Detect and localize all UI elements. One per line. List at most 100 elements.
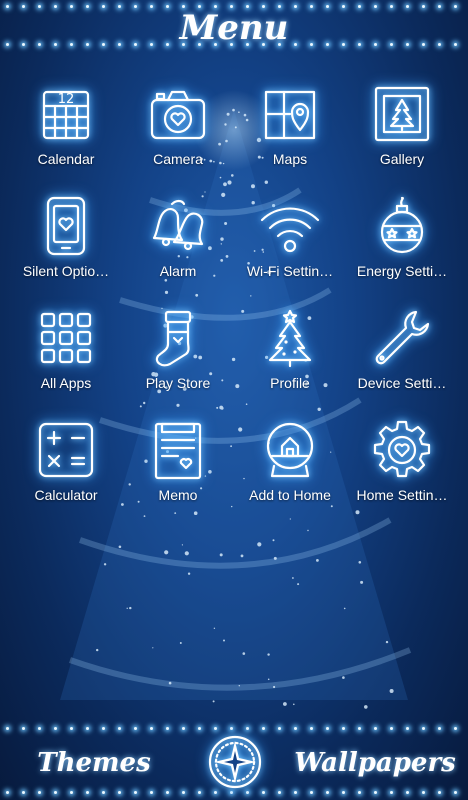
sparkle (118, 545, 122, 549)
app-label: Camera (153, 151, 203, 167)
light-dot (246, 727, 249, 730)
app-label: Maps (272, 151, 308, 167)
light-dot (198, 727, 201, 730)
sparkle (283, 702, 287, 706)
camera-icon (150, 90, 206, 140)
light-dot (182, 791, 185, 794)
light-dot (374, 791, 377, 794)
sparkle (273, 685, 276, 689)
sparkle (293, 703, 295, 706)
light-dot (358, 727, 361, 730)
light-dot (438, 727, 441, 730)
sparkle (164, 550, 169, 555)
light-dot (422, 727, 425, 730)
app-maps[interactable]: Maps (234, 80, 346, 192)
light-dot (54, 791, 57, 794)
light-dot (22, 727, 25, 730)
gear-heart-icon (373, 420, 431, 478)
app-label: Add to Home (249, 487, 331, 503)
light-dot (294, 727, 297, 730)
gallery-icon (374, 86, 430, 142)
sparkle (307, 529, 309, 532)
app-label: Play Store (145, 375, 211, 391)
sparkle (213, 627, 216, 629)
wifi-icon (260, 207, 320, 253)
light-dot (38, 791, 41, 794)
app-label: Energy Setti… (356, 263, 448, 279)
light-dot (246, 791, 249, 794)
app-calendar[interactable]: 12 Calendar (10, 80, 122, 192)
app-label: Device Setti… (357, 375, 447, 391)
light-dot (118, 727, 121, 730)
app-grid: 12 Calendar Camera Maps Gallery Silent O… (10, 80, 458, 528)
light-dot (86, 727, 89, 730)
sparkle (385, 640, 389, 644)
light-dot (150, 727, 153, 730)
light-dot (390, 791, 393, 794)
light-dot (310, 791, 313, 794)
sparkle (223, 639, 225, 642)
app-label: Home Settin… (356, 487, 448, 503)
compass-star-icon[interactable] (206, 733, 264, 791)
light-dot (166, 791, 169, 794)
sparkle (238, 685, 240, 687)
light-dot (422, 791, 425, 794)
map-icon (264, 90, 316, 140)
app-camera[interactable]: Camera (122, 80, 234, 192)
light-dot (214, 791, 217, 794)
app-home-settings[interactable]: Home Settin… (346, 416, 458, 528)
sparkle (152, 647, 154, 649)
app-all-apps[interactable]: All Apps (10, 304, 122, 416)
sparkle (267, 678, 270, 681)
app-calculator[interactable]: Calculator (10, 416, 122, 528)
sparkle (360, 580, 364, 584)
light-dot (278, 727, 281, 730)
light-dot (230, 791, 233, 794)
sparkle (272, 539, 275, 542)
app-add-to-home[interactable]: Add to Home (234, 416, 346, 528)
app-play-store[interactable]: Play Store (122, 304, 234, 416)
sparkle (316, 559, 319, 562)
light-dot (374, 727, 377, 730)
page-title: Menu (179, 8, 289, 48)
wallpapers-button[interactable]: Wallpapers (290, 738, 460, 788)
app-wifi-settings[interactable]: Wi-Fi Settin… (234, 192, 346, 304)
themes-button[interactable]: Themes (14, 738, 174, 788)
light-dot (214, 727, 217, 730)
light-dot (342, 791, 345, 794)
light-dot (134, 727, 137, 730)
tree-icon (268, 309, 312, 368)
app-silent-options[interactable]: Silent Optio… (10, 192, 122, 304)
app-label: Memo (158, 487, 198, 503)
app-alarm[interactable]: Alarm (122, 192, 234, 304)
app-memo[interactable]: Memo (122, 416, 234, 528)
light-dot (454, 791, 457, 794)
phone-icon (46, 196, 86, 256)
light-dot (278, 791, 281, 794)
light-dot (326, 727, 329, 730)
light-dot (70, 791, 73, 794)
light-dot (54, 727, 57, 730)
light-dot (326, 791, 329, 794)
calendar-icon: 12 (42, 90, 90, 140)
app-label: Silent Optio… (22, 263, 110, 279)
sparkle (257, 542, 262, 547)
sparkle (129, 606, 132, 610)
light-dot (358, 791, 361, 794)
bells-icon (152, 199, 204, 251)
memo-icon (154, 422, 202, 480)
app-grid-icon (40, 312, 92, 364)
sparkle (358, 561, 362, 564)
light-dot (118, 791, 121, 794)
wrench-icon (375, 310, 430, 365)
sparkle (212, 700, 215, 703)
app-gallery[interactable]: Gallery (346, 80, 458, 192)
light-dot (342, 727, 345, 730)
light-dot (198, 791, 201, 794)
ornament-icon (380, 196, 424, 254)
app-energy-settings[interactable]: Energy Setti… (346, 192, 458, 304)
app-profile[interactable]: Profile (234, 304, 346, 416)
light-dot (102, 791, 105, 794)
app-device-settings[interactable]: Device Setti… (346, 304, 458, 416)
sparkle (240, 554, 244, 558)
